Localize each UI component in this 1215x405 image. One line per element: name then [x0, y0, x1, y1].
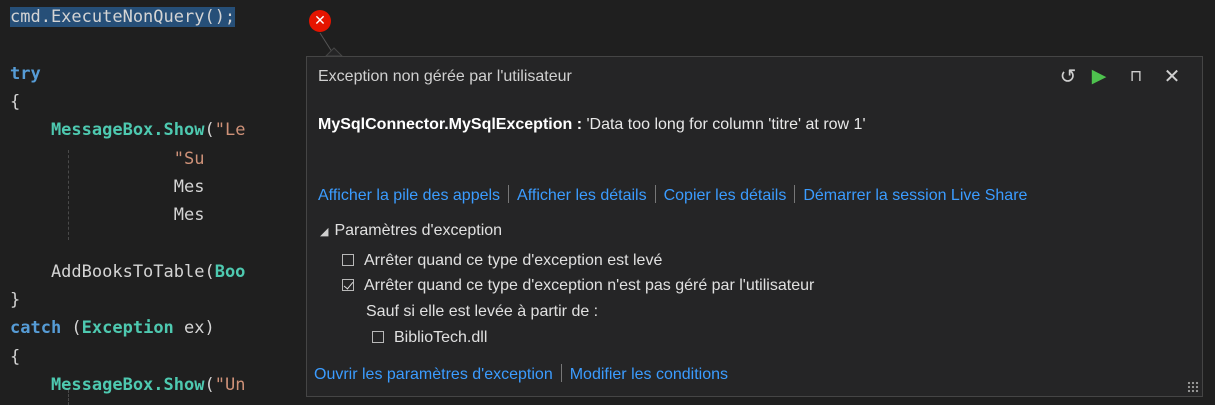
- code-token: "Su: [173, 148, 205, 169]
- code-editor[interactable]: cmd.ExecuteNonQuery(); try{ MessageBox.Sh…: [0, 0, 1215, 405]
- live-share-link[interactable]: Démarrer la session Live Share: [803, 187, 1027, 204]
- break-thrown-checkbox[interactable]: [342, 254, 354, 266]
- option-module[interactable]: BiblioTech.dll: [372, 329, 487, 347]
- code-line: AddBooksToTable(Boo: [10, 257, 245, 287]
- code-line: MessageBox.Show("Le: [10, 115, 246, 145]
- show-call-stack-link[interactable]: Afficher la pile des appels: [318, 187, 500, 204]
- code-token: AddBooksToTable(: [10, 261, 215, 282]
- code-token: }: [10, 290, 21, 310]
- code-token: Show: [163, 374, 205, 395]
- popup-title: Exception non gérée par l'utilisateur: [318, 68, 572, 85]
- except-label: Sauf si elle est levée à partir de :: [366, 303, 599, 320]
- code-line: {: [10, 342, 20, 372]
- link-separator: [560, 364, 562, 382]
- link-separator: [794, 185, 796, 203]
- indent-guide: [68, 150, 69, 240]
- section-title: Paramètres d'exception: [334, 222, 503, 239]
- code-token: (: [61, 318, 82, 339]
- code-token: Boo: [214, 261, 246, 282]
- code-token: Exception: [81, 318, 174, 339]
- bottom-links: Ouvrir les paramètres d'exception Modifie…: [314, 364, 728, 384]
- code-line: Mes: [10, 200, 205, 230]
- indent-guide: [68, 390, 69, 405]
- option-label: Arrêter quand ce type d'exception n'est …: [364, 277, 815, 294]
- action-links: Afficher la pile des appels Afficher les …: [318, 185, 1027, 205]
- code-token: (: [204, 120, 215, 141]
- copy-details-link[interactable]: Copier les détails: [664, 187, 787, 204]
- code-line: Mes: [10, 172, 205, 202]
- code-token: Mes: [10, 176, 205, 197]
- collapse-triangle-icon[interactable]: ◢: [320, 225, 328, 238]
- close-icon[interactable]: ✕: [1159, 65, 1185, 89]
- break-unhandled-checkbox[interactable]: [342, 279, 354, 291]
- exception-popup: Exception non gérée par l'utilisateur ↺ …: [306, 56, 1203, 397]
- module-label: BiblioTech.dll: [394, 329, 488, 346]
- option-break-thrown[interactable]: Arrêter quand ce type d'exception est le…: [342, 252, 662, 270]
- resize-grip-icon[interactable]: [1187, 381, 1199, 393]
- code-token: "Le: [214, 120, 246, 141]
- exception-text: 'Data too long for column 'titre' at row…: [582, 116, 866, 133]
- pin-icon[interactable]: ⊓: [1125, 65, 1147, 89]
- code-line: }: [10, 285, 20, 315]
- continue-icon[interactable]: ▶: [1087, 65, 1111, 89]
- code-token: try: [10, 63, 41, 84]
- show-details-link[interactable]: Afficher les détails: [517, 187, 647, 204]
- code-line: catch (Exception ex): [10, 313, 215, 343]
- code-token: ex): [173, 318, 215, 339]
- code-token: cmd.ExecuteNonQuery();: [10, 7, 236, 27]
- option-break-unhandled[interactable]: Arrêter quand ce type d'exception n'est …: [342, 277, 814, 295]
- exception-settings-header[interactable]: ◢ Paramètres d'exception: [320, 222, 502, 240]
- code-line: cmd.ExecuteNonQuery();: [10, 2, 236, 32]
- code-token: {: [10, 91, 21, 112]
- code-line: MessageBox.Show("Un: [10, 370, 246, 400]
- code-token: Mes: [10, 205, 205, 226]
- option-label: Arrêter quand ce type d'exception est le…: [364, 252, 663, 269]
- code-token: MessageBox.: [10, 374, 164, 395]
- code-token: MessageBox.: [10, 120, 164, 141]
- code-line: {: [10, 87, 20, 117]
- edit-conditions-link[interactable]: Modifier les conditions: [570, 366, 728, 383]
- exception-type: MySqlConnector.MySqlException :: [318, 116, 583, 133]
- code-line: "Su: [10, 144, 205, 174]
- link-separator: [654, 185, 656, 203]
- open-exception-settings-link[interactable]: Ouvrir les paramètres d'exception: [314, 366, 553, 383]
- error-icon[interactable]: ✕: [309, 10, 331, 32]
- code-token: {: [10, 346, 21, 367]
- history-icon[interactable]: ↺: [1056, 65, 1080, 89]
- code-token: catch: [10, 318, 62, 339]
- link-separator: [508, 185, 510, 203]
- code-token: Show: [163, 120, 205, 141]
- code-token: (: [204, 374, 215, 395]
- exception-message: MySqlConnector.MySqlException : 'Data to…: [318, 116, 866, 134]
- code-token: "Un: [214, 374, 246, 395]
- code-line: try: [10, 59, 41, 89]
- module-checkbox[interactable]: [372, 331, 384, 343]
